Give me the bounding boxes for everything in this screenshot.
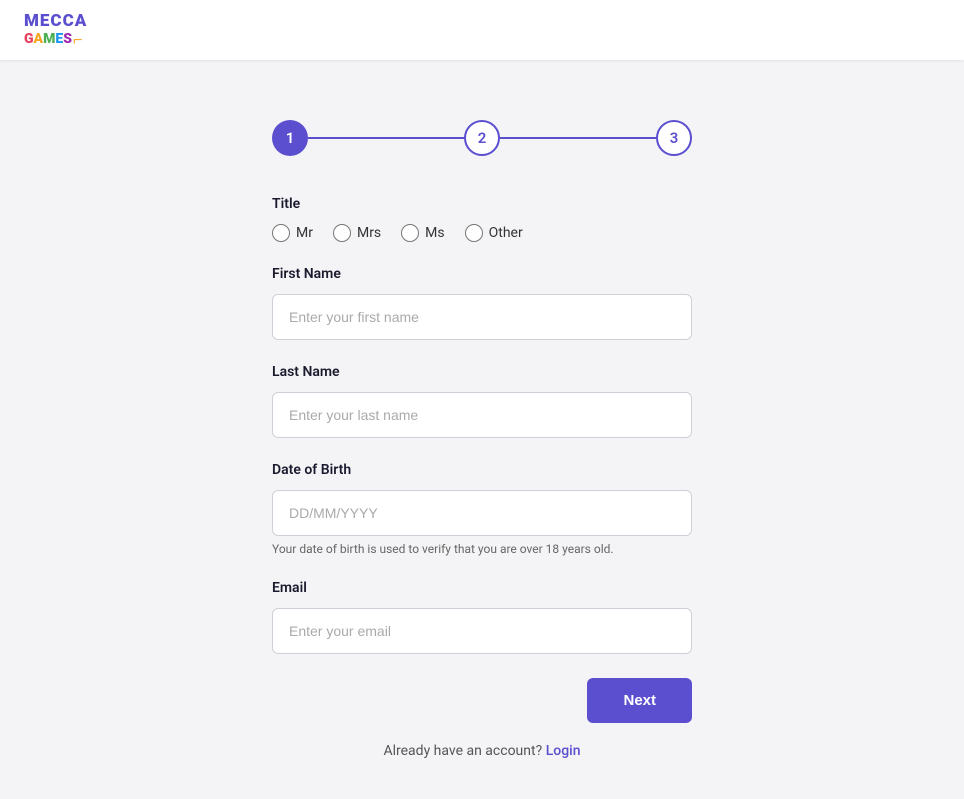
next-button[interactable]: Next <box>587 678 692 723</box>
first-name-input[interactable] <box>272 294 692 340</box>
step-2: 2 <box>464 120 500 156</box>
logo: MECCA G A M E S ⌐ <box>24 12 940 48</box>
title-label: Title <box>272 196 692 212</box>
radio-input-mr[interactable] <box>272 224 290 242</box>
main-content: 1 2 3 Title Mr Mrs <box>0 60 964 799</box>
title-field-group: Title Mr Mrs Ms Other <box>272 196 692 242</box>
step-1: 1 <box>272 120 308 156</box>
radio-input-mrs[interactable] <box>333 224 351 242</box>
login-row: Already have an account? Login <box>272 743 692 759</box>
radio-label-other[interactable]: Other <box>489 225 523 241</box>
header: MECCA G A M E S ⌐ <box>0 0 964 60</box>
form-container: 1 2 3 Title Mr Mrs <box>272 120 692 759</box>
radio-input-ms[interactable] <box>401 224 419 242</box>
title-radio-group: Mr Mrs Ms Other <box>272 224 692 242</box>
email-field-group: Email <box>272 580 692 654</box>
dob-input[interactable] <box>272 490 692 536</box>
radio-label-ms[interactable]: Ms <box>425 225 444 241</box>
stepper: 1 2 3 <box>272 120 692 156</box>
first-name-field-group: First Name <box>272 266 692 340</box>
radio-other[interactable]: Other <box>465 224 523 242</box>
step-3: 3 <box>656 120 692 156</box>
login-link[interactable]: Login <box>546 743 581 759</box>
email-input[interactable] <box>272 608 692 654</box>
radio-label-mr[interactable]: Mr <box>296 225 313 241</box>
dob-label: Date of Birth <box>272 462 692 478</box>
radio-input-other[interactable] <box>465 224 483 242</box>
button-row: Next <box>272 678 692 723</box>
login-text: Already have an account? <box>383 743 542 759</box>
step-line-1 <box>308 137 464 139</box>
last-name-input[interactable] <box>272 392 692 438</box>
radio-mrs[interactable]: Mrs <box>333 224 381 242</box>
last-name-field-group: Last Name <box>272 364 692 438</box>
radio-ms[interactable]: Ms <box>401 224 444 242</box>
radio-mr[interactable]: Mr <box>272 224 313 242</box>
email-label: Email <box>272 580 692 596</box>
dob-hint: Your date of birth is used to verify tha… <box>272 542 692 556</box>
last-name-label: Last Name <box>272 364 692 380</box>
first-name-label: First Name <box>272 266 692 282</box>
radio-label-mrs[interactable]: Mrs <box>357 225 381 241</box>
step-line-2 <box>500 137 656 139</box>
dob-field-group: Date of Birth Your date of birth is used… <box>272 462 692 556</box>
